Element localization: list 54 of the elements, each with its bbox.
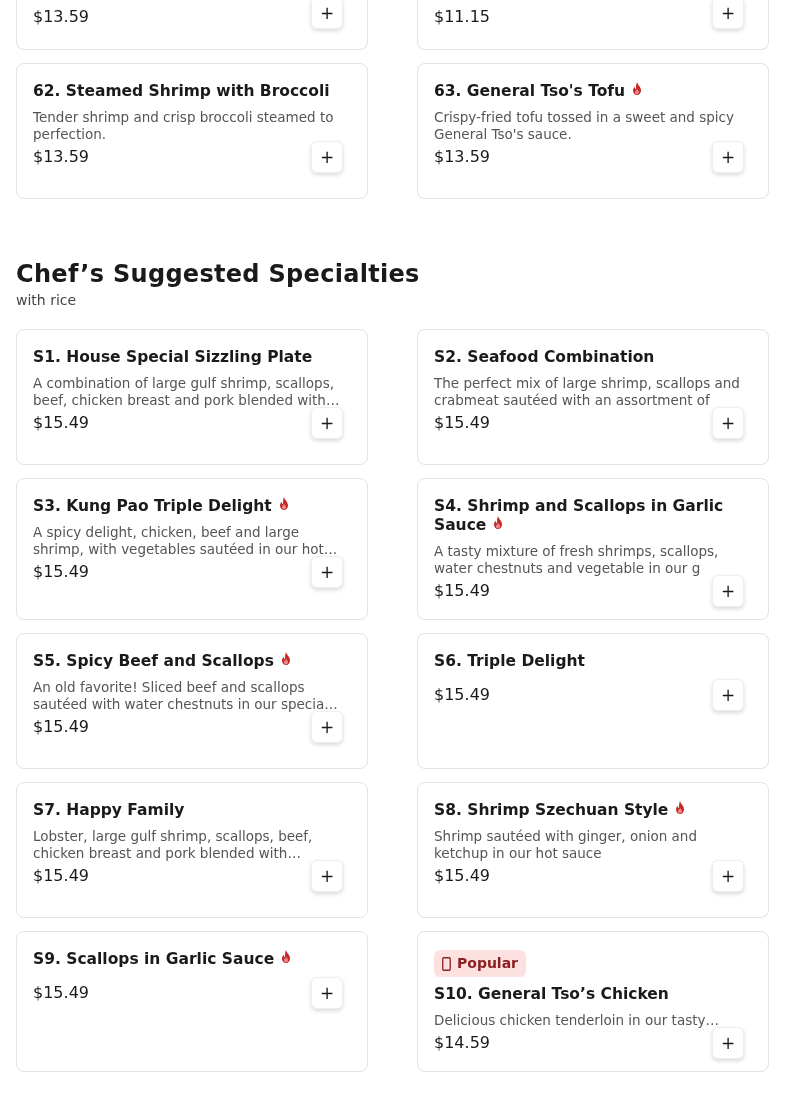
item-title: S8. Shrimp Szechuan Style <box>434 801 744 820</box>
item-description: An old favorite! Sliced beef and scallops sautéed with water chestnuts in our specia… <box>33 679 339 713</box>
item-description: Shrimp sautéed with ginger, onion and ketchup in our hot sauce <box>434 828 698 862</box>
add-button[interactable]: + <box>712 141 744 173</box>
item-price: $13.59 <box>33 7 89 27</box>
section-title: Chef’s Suggested Specialties <box>16 259 421 289</box>
item-title: S2. Seafood Combination <box>434 348 656 367</box>
add-button[interactable]: + <box>311 711 343 743</box>
item-title: S1. House Special Sizzling Plate <box>33 348 314 367</box>
add-button[interactable]: + <box>712 1027 744 1059</box>
item-price: $15.49 <box>33 866 89 886</box>
item-description: A tasty mixture of fresh shrimps, scallops, water chestnuts and vegetable in our g <box>434 543 720 577</box>
item-price: $15.49 <box>434 685 490 705</box>
item-description: Delicious chicken tenderloin in our tasty… <box>434 1012 720 1029</box>
add-button[interactable]: + <box>311 0 343 29</box>
popular-badge: Popular <box>434 950 527 977</box>
item-title: S5. Spicy Beef and Scallops <box>33 652 343 671</box>
add-button[interactable]: + <box>712 860 744 892</box>
item-title: S10. General Tso’s Chicken <box>434 985 670 1004</box>
item-title: 63. General Tso's Tofu <box>434 82 744 101</box>
glyph-icon <box>442 956 451 971</box>
item-price: $15.49 <box>33 562 89 582</box>
add-button[interactable]: + <box>311 860 343 892</box>
item-title: 62. Steamed Shrimp with Broccoli <box>33 82 331 101</box>
item-price: $13.59 <box>434 147 490 167</box>
item-price: $15.49 <box>434 413 490 433</box>
item-price: $13.59 <box>33 147 89 167</box>
add-button[interactable]: + <box>712 575 744 607</box>
item-price: $15.49 <box>434 866 490 886</box>
item-description: A spicy delight, chicken, beef and large shrimp, with vegetables sautéed in our hot… <box>33 524 339 558</box>
item-price: $11.15 <box>434 7 490 27</box>
add-button[interactable]: + <box>712 679 744 711</box>
add-button[interactable]: + <box>712 0 744 29</box>
item-price: $15.49 <box>33 717 89 737</box>
item-price: $15.49 <box>33 413 89 433</box>
item-description: Tender shrimp and crisp broccoli steamed to perfection. <box>33 109 335 143</box>
add-button[interactable]: + <box>311 556 343 588</box>
item-description: Crispy-fried tofu tossed in a sweet and spicy General Tso's sauce. <box>434 109 735 143</box>
item-title: S3. Kung Pao Triple Delight <box>33 497 343 516</box>
add-button[interactable]: + <box>311 141 343 173</box>
item-title: S9. Scallops in Garlic Sauce <box>33 950 343 969</box>
item-title: S6. Triple Delight <box>434 652 586 671</box>
add-button[interactable]: + <box>712 407 744 439</box>
section-subtitle: with rice <box>16 291 78 310</box>
add-button[interactable]: + <box>311 407 343 439</box>
add-button[interactable]: + <box>311 977 343 1009</box>
item-description: A combination of large gulf shrimp, scallops, beef, chicken breast and pork blended with… <box>33 375 341 409</box>
item-price: $15.49 <box>434 581 490 601</box>
item-description: The perfect mix of large shrimp, scallops and crabmeat sautéed with an assortment of <box>434 375 741 409</box>
item-price: $15.49 <box>33 983 89 1003</box>
item-description: Lobster, large gulf shrimp, scallops, beef, chicken breast and pork blended with… <box>33 828 314 862</box>
item-title: S4. Shrimp and Scallops in Garlic Sauce <box>434 497 725 535</box>
item-price: $14.59 <box>434 1033 490 1053</box>
item-title: S7. Happy Family <box>33 801 186 820</box>
